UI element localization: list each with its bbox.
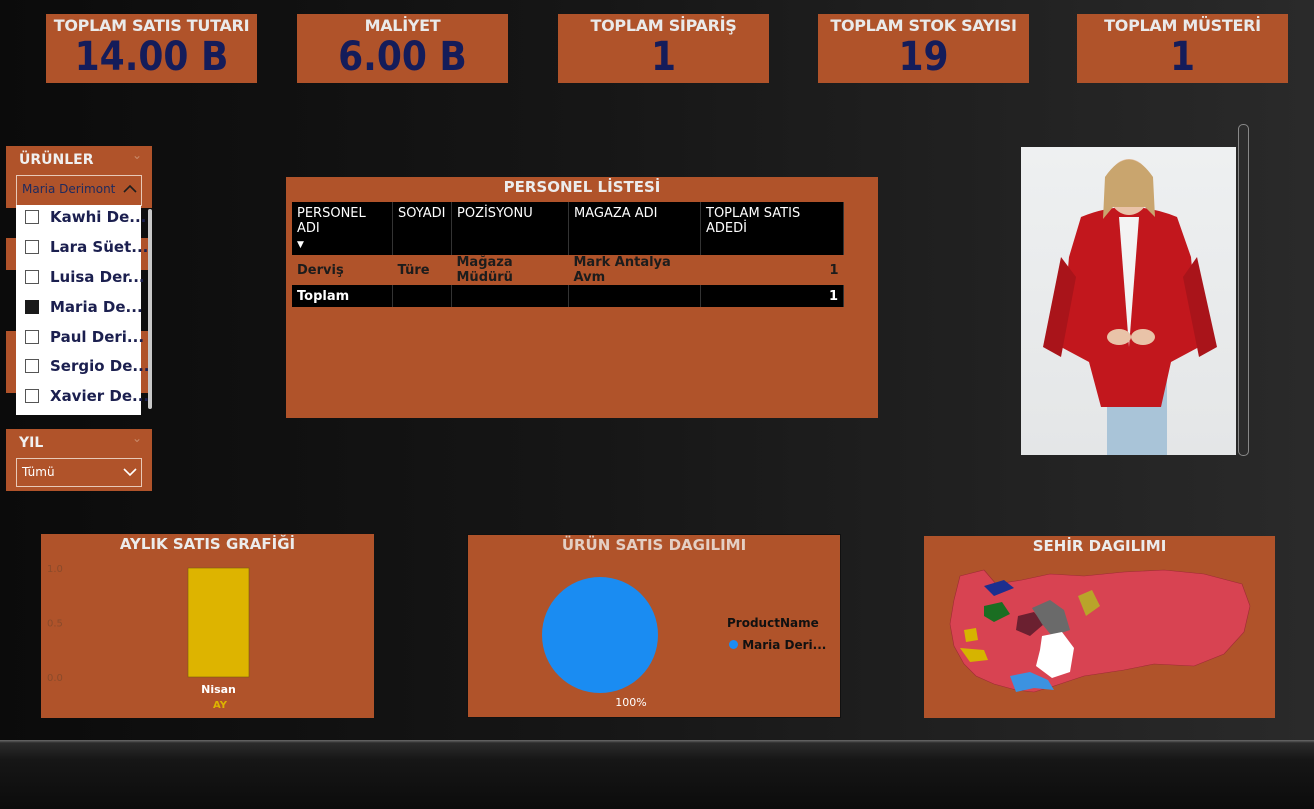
chevron-up-icon[interactable] [123,184,137,194]
list-item[interactable]: Sergio De... [16,351,150,381]
total-value: 1 [700,285,844,307]
yil-slicer-header: YIL [19,435,44,451]
checkbox[interactable] [25,240,39,254]
list-item[interactable]: Xavier De... [16,381,149,411]
personel-table: PERSONEL ADI ▼ SOYADI POZİSYONU MAGAZA AD… [292,202,844,307]
legend-title: ProductName [727,616,819,630]
bottom-bar [0,740,1314,809]
checkbox[interactable] [25,330,39,344]
bar[interactable] [187,567,250,678]
column-header[interactable]: POZİSYONU [451,202,569,255]
list-item[interactable]: Luisa Der... [16,262,145,292]
urunler-slicer[interactable]: ÜRÜNLER ⌄ Maria Derimont [6,146,152,208]
aylik-satis-panel: AYLIK SATIS GRAFİĞİ 1.0 0.5 0.0 Nisan AY [41,534,374,718]
column-header[interactable]: TOPLAM SATIS ADEDİ [700,202,844,255]
chevron-down-icon[interactable]: ⌄ [132,148,142,162]
yil-slicer[interactable]: YIL ⌄ Tümü [6,429,152,491]
chevron-down-icon[interactable]: ⌄ [132,431,142,445]
option-label: Kawhi De... [50,208,147,226]
kpi-title: TOPLAM STOK SAYISI [830,16,1017,35]
y-tick-label: 0.5 [47,619,63,630]
pie-slice[interactable] [542,577,658,693]
table-total-row: Toplam 1 [292,285,844,307]
x-axis-title: AY [212,700,228,711]
yil-dropdown[interactable]: Tümü [16,458,142,487]
option-label: Luisa Der... [50,268,145,286]
urunler-dropdown-value: Maria Derimont [22,182,116,196]
list-item[interactable]: Maria De... [16,292,143,322]
option-label: Lara Süet... [50,238,149,256]
table-cell: Mark Antalya Avm [573,255,671,285]
kpi-maliyet: MALİYET 6.00 B [297,14,508,83]
list-item[interactable]: Paul Deri... [16,322,144,352]
y-tick-label: 1.0 [47,564,63,575]
table-row[interactable]: Derviş Türe Mağaza Müdürü Mark Antalya A… [292,255,844,285]
monthly-bar-chart: 1.0 0.5 0.0 Nisan [47,564,250,696]
yil-dropdown-value: Tümü [22,465,55,479]
legend-dot-icon [729,640,738,649]
kpi-title: TOPLAM MÜSTERİ [1104,16,1261,35]
column-header[interactable]: MAGAZA ADI [568,202,701,255]
kpi-value: 19 [898,34,949,80]
image-scrollbar[interactable] [1238,124,1249,456]
column-header[interactable]: PERSONEL ADI ▼ [292,202,393,255]
kpi-title: TOPLAM SATIS TUTARI [53,16,250,35]
legend-label: Maria Deri... [742,638,827,652]
urun-satis-panel: ÜRÜN SATIS DAGILIMI 100% ProductName Mar… [467,534,841,718]
kpi-toplam-musteri: TOPLAM MÜSTERİ 1 [1077,14,1288,83]
sehir-dagilimi-panel: SEHİR DAGILIMI [924,536,1275,718]
total-label: Toplam [292,285,393,307]
option-label: Maria De... [50,298,143,316]
product-image [1021,147,1236,455]
checkbox[interactable] [25,270,39,284]
option-label: Xavier De... [50,387,150,405]
checkbox[interactable] [25,389,39,403]
table-cell: Türe [397,262,430,278]
list-item[interactable]: Kawhi De... [16,202,146,232]
option-label: Paul Deri... [50,328,145,346]
kpi-toplam-satis: TOPLAM SATIS TUTARI 14.00 B [46,14,257,83]
checkbox-checked[interactable] [25,300,39,314]
y-tick-label: 0.0 [47,673,63,684]
kpi-title: MALİYET [364,16,441,35]
table-cell: Derviş [297,262,344,278]
option-label: Sergio De... [50,357,150,375]
kpi-value: 14.00 B [74,34,229,80]
kpi-toplam-stok: TOPLAM STOK SAYISI 19 [818,14,1029,83]
kpi-value: 6.00 B [338,34,467,80]
kpi-toplam-siparis: TOPLAM SİPARİŞ 1 [558,14,769,83]
personel-listesi-panel: PERSONEL LİSTESİ PERSONEL ADI ▼ SOYADI PO… [286,177,878,418]
panel-title: PERSONEL LİSTESİ [503,178,661,196]
sort-desc-icon[interactable]: ▼ [297,240,304,250]
x-tick-label: Nisan [201,683,236,696]
chevron-down-icon[interactable] [123,467,137,477]
pie-data-label: 100% [615,696,646,709]
urunler-slicer-header: ÜRÜNLER [19,152,94,168]
legend-item[interactable]: Maria Deri... [729,638,826,652]
table-header-row: PERSONEL ADI ▼ SOYADI POZİSYONU MAGAZA AD… [292,202,844,255]
table-cell: Mağaza Müdürü [456,255,513,285]
checkbox[interactable] [25,359,39,373]
urunler-options-list[interactable]: Kawhi De... Lara Süet... Luisa Der... Ma… [16,202,152,415]
list-scrollbar[interactable] [148,209,152,409]
table-cell: 1 [829,262,839,278]
kpi-value: 1 [1169,34,1196,80]
kpi-title: TOPLAM SİPARİŞ [590,16,737,35]
kpi-value: 1 [650,34,677,80]
list-item[interactable]: Lara Süet... [16,232,148,262]
turkey-map [949,569,1251,693]
checkbox[interactable] [25,210,39,224]
column-header[interactable]: SOYADI [392,202,452,255]
